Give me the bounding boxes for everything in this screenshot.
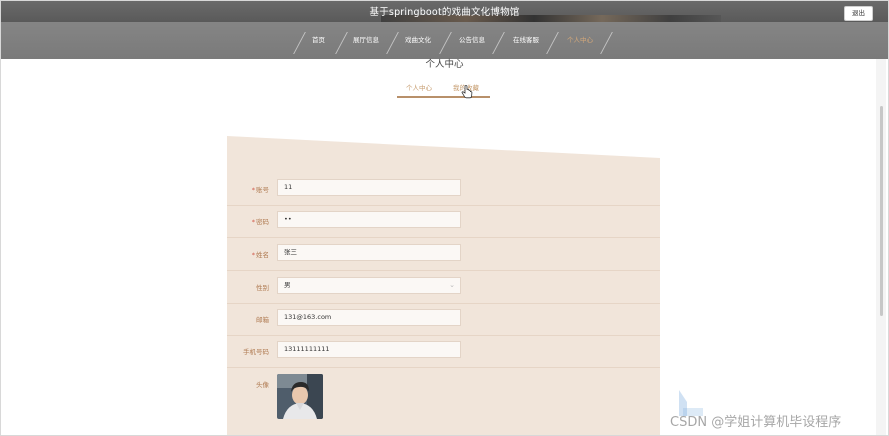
form-row-name: *姓名 张三 [227, 238, 660, 271]
gender-select[interactable]: 男 ⌄ [277, 277, 461, 294]
form-row-phone: 手机号码 13111111111 [227, 335, 660, 368]
tab-underline [397, 96, 490, 98]
form-row-email: 邮箱 131@163.com [227, 303, 660, 336]
email-label: 邮箱 [256, 316, 269, 324]
name-label: *姓名 [251, 251, 269, 259]
nav-separator [600, 32, 613, 54]
nav-item-online-service[interactable]: 在线客服 [513, 22, 539, 59]
account-label: *账号 [251, 186, 269, 194]
form-row-gender: 性别 男 ⌄ [227, 271, 660, 304]
app-window: 基于springboot的戏曲文化博物馆 退出 首页 展厅信息 戏曲文化 公告信… [0, 0, 889, 436]
account-input[interactable]: 11 [277, 179, 461, 196]
hand-cursor-icon [461, 85, 473, 99]
tab-personal-center[interactable]: 个人中心 [406, 82, 432, 92]
password-input[interactable]: •• [277, 211, 461, 228]
logout-button[interactable]: 退出 [844, 6, 873, 21]
nav-separator [335, 32, 348, 54]
nav-separator [386, 32, 399, 54]
name-input[interactable]: 张三 [277, 244, 461, 261]
site-title: 基于springboot的戏曲文化博物馆 [369, 7, 520, 18]
gender-select-value: 男 [284, 281, 291, 289]
phone-label: 手机号码 [243, 348, 269, 356]
nav-separator [492, 32, 505, 54]
form-row-account: *账号 11 [227, 173, 660, 206]
nav-item-personal-center[interactable]: 个人中心 [567, 22, 593, 59]
nav-item-home[interactable]: 首页 [312, 22, 325, 59]
avatar-image [277, 374, 323, 419]
nav-item-opera-culture[interactable]: 戏曲文化 [405, 22, 431, 59]
chevron-down-icon: ⌄ [449, 281, 455, 289]
phone-input[interactable]: 13111111111 [277, 341, 461, 358]
password-label: *密码 [251, 218, 269, 226]
nav-item-exhibition[interactable]: 展厅信息 [353, 22, 379, 59]
form-row-password: *密码 •• [227, 205, 660, 238]
scrollbar-thumb[interactable] [880, 106, 883, 316]
avatar-upload[interactable] [277, 374, 323, 419]
avatar-label: 头像 [256, 381, 269, 389]
nav-separator [546, 32, 559, 54]
gender-label: 性别 [256, 284, 269, 292]
watermark-text: CSDN @学姐计算机毕设程序 [670, 415, 842, 430]
email-input[interactable]: 131@163.com [277, 309, 461, 326]
nav-separator [439, 32, 452, 54]
page-title: 个人中心 [425, 59, 464, 70]
nav-bar: 首页 展厅信息 戏曲文化 公告信息 在线客服 个人中心 [1, 22, 888, 59]
nav-separator [293, 32, 306, 54]
nav-item-notice[interactable]: 公告信息 [459, 22, 485, 59]
